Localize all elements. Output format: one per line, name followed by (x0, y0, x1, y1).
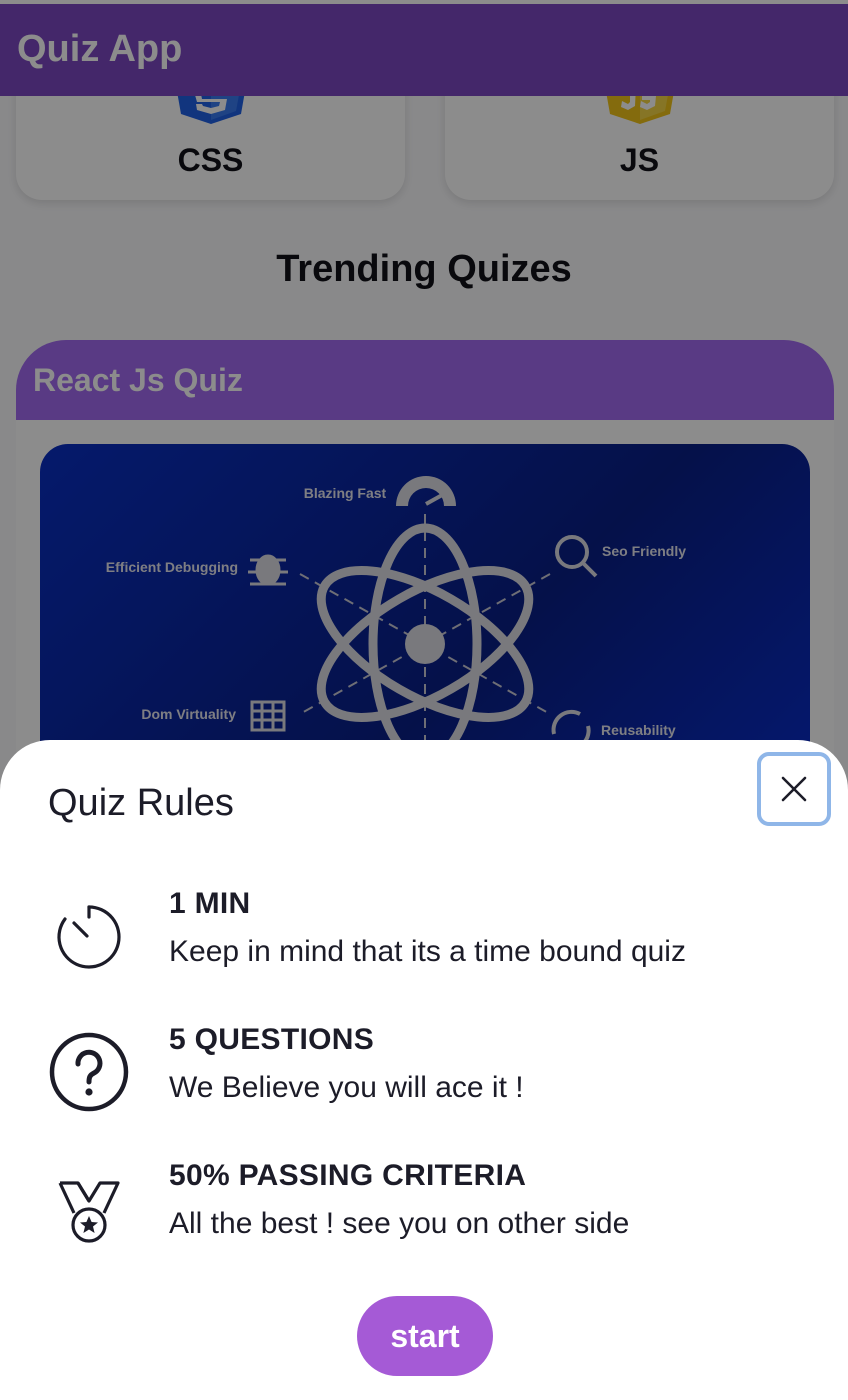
rule-heading: 1 MIN (169, 887, 251, 920)
question-circle-icon (49, 1032, 129, 1112)
rule-item-time: 1 MIN Keep in mind that its a time bound… (0, 885, 848, 995)
close-icon (781, 776, 807, 802)
rule-description: Keep in mind that its a time bound quiz (169, 935, 686, 968)
timer-icon (57, 905, 121, 969)
rule-heading: 5 QUESTIONS (169, 1023, 375, 1056)
rule-heading: 50% PASSING CRITERIA (169, 1159, 527, 1192)
quiz-rules-sheet: Quiz Rules 1 MIN Keep in mind that its a… (0, 740, 848, 1400)
close-button[interactable] (757, 752, 831, 826)
rule-description: All the best ! see you on other side (169, 1207, 630, 1240)
rule-item-questions: 5 QUESTIONS We Believe you will ace it ! (0, 1021, 848, 1131)
rule-description: We Believe you will ace it ! (169, 1071, 524, 1104)
start-button[interactable]: start (357, 1296, 493, 1376)
sheet-title: Quiz Rules (48, 782, 234, 824)
medal-icon (58, 1181, 120, 1243)
rule-item-passing: 50% PASSING CRITERIA All the best ! see … (0, 1157, 848, 1267)
